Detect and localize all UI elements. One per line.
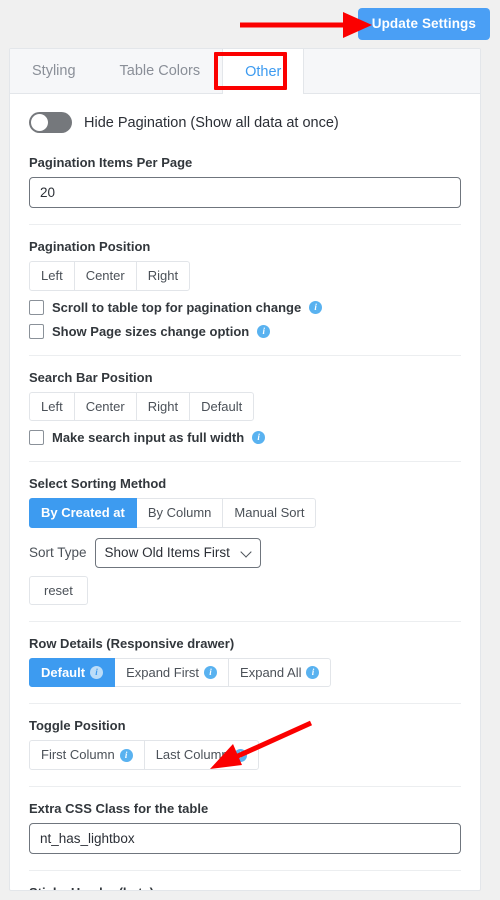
reset-sort-button[interactable]: reset: [29, 575, 88, 605]
scroll-to-top-row: Scroll to table top for pagination chang…: [29, 299, 461, 315]
sorting-method-label: Select Sorting Method: [29, 476, 167, 492]
info-icon[interactable]: i: [233, 748, 247, 762]
search-position-left[interactable]: Left: [29, 391, 75, 422]
sorting-by-column[interactable]: By Column: [135, 498, 224, 528]
pagination-position-left[interactable]: Left: [29, 261, 75, 291]
tab-table-colors[interactable]: Table Colors: [98, 49, 223, 93]
search-position-right[interactable]: Right: [135, 391, 191, 422]
tab-styling[interactable]: Styling: [10, 49, 98, 93]
toggle-position-last-column[interactable]: Last Column i: [143, 740, 259, 770]
sort-type-label: Sort Type: [29, 545, 87, 561]
row-details-group: Default i Expand First i Expand All i: [29, 657, 461, 688]
divider: [29, 224, 461, 225]
page-sizes-label: Show Page sizes change option: [52, 323, 250, 339]
scroll-to-top-checkbox[interactable]: [29, 299, 44, 315]
divider: [29, 620, 461, 622]
info-icon[interactable]: i: [252, 431, 266, 445]
settings-page: Update Settings Styling Table Colors Oth…: [0, 0, 500, 900]
toggle-knob: [31, 114, 48, 131]
search-bar-position-group: Left Center Right Default: [29, 391, 461, 422]
divider: [29, 785, 461, 787]
hide-pagination-toggle[interactable]: [29, 112, 72, 133]
row-details-expand-all-label: Expand All: [240, 664, 302, 680]
info-icon[interactable]: i: [119, 748, 133, 762]
row-details-expand-all[interactable]: Expand All i: [228, 657, 332, 688]
row-details-default[interactable]: Default i: [29, 657, 116, 688]
chevron-down-icon: [242, 548, 251, 557]
tab-bar: Styling Table Colors Other: [10, 49, 480, 94]
row-details-default-label: Default: [41, 664, 86, 680]
toggle-position-last-label: Last Column: [155, 747, 229, 763]
hide-pagination-label: Hide Pagination (Show all data at once): [84, 114, 339, 131]
sorting-by-created-at[interactable]: By Created at: [29, 498, 137, 528]
scroll-to-top-label: Scroll to table top for pagination chang…: [52, 299, 302, 315]
sticky-header-label: Sticky Header (beta): [29, 885, 461, 890]
sorting-method-group: By Created at By Column Manual Sort: [29, 498, 461, 528]
items-per-page-label: Pagination Items Per Page: [29, 155, 193, 170]
info-icon[interactable]: i: [257, 324, 271, 338]
sort-type-select[interactable]: Show Old Items First: [94, 537, 261, 568]
divider: [29, 869, 461, 871]
page-sizes-row: Show Page sizes change option i: [29, 323, 461, 339]
search-position-default[interactable]: Default: [189, 391, 255, 422]
sort-type-row: Sort Type Show Old Items First: [29, 537, 461, 568]
extra-css-class-input[interactable]: [29, 822, 461, 854]
search-bar-position-label: Search Bar Position: [29, 369, 153, 385]
pagination-position-label: Pagination Position: [29, 239, 151, 254]
row-details-label: Row Details (Responsive drawer): [29, 635, 235, 651]
pagination-position-group: Left Center Right: [29, 261, 461, 291]
update-settings-button[interactable]: Update Settings: [357, 8, 490, 40]
info-icon[interactable]: i: [204, 666, 218, 680]
toggle-position-first-column[interactable]: First Column i: [29, 740, 145, 770]
search-position-center[interactable]: Center: [73, 391, 137, 422]
row-details-expand-first[interactable]: Expand First i: [114, 657, 230, 688]
row-details-expand-first-label: Expand First: [126, 664, 200, 680]
settings-body: Hide Pagination (Show all data at once) …: [10, 94, 480, 890]
info-icon[interactable]: i: [90, 666, 104, 680]
sort-type-value: Show Old Items First: [104, 545, 230, 561]
divider: [29, 354, 461, 356]
search-full-width-label: Make search input as full width: [52, 430, 245, 446]
settings-card: Styling Table Colors Other Hide Paginati…: [9, 48, 481, 891]
search-full-width-checkbox[interactable]: [29, 430, 44, 446]
toggle-position-label: Toggle Position: [29, 718, 126, 734]
top-bar: Update Settings: [0, 0, 500, 48]
info-icon[interactable]: i: [306, 666, 320, 680]
pagination-position-right[interactable]: Right: [135, 261, 191, 291]
sorting-manual-sort[interactable]: Manual Sort: [222, 498, 317, 528]
extra-css-class-label: Extra CSS Class for the table: [29, 800, 209, 816]
divider: [29, 461, 461, 463]
toggle-position-group: First Column i Last Column i: [29, 740, 461, 770]
search-full-width-row: Make search input as full width i: [29, 430, 461, 446]
toggle-position-first-label: First Column: [41, 747, 115, 763]
tab-other[interactable]: Other: [222, 49, 305, 94]
items-per-page-input[interactable]: [29, 177, 461, 208]
hide-pagination-row: Hide Pagination (Show all data at once): [29, 112, 461, 133]
page-sizes-checkbox[interactable]: [29, 323, 44, 339]
pagination-position-center[interactable]: Center: [73, 261, 137, 291]
info-icon[interactable]: i: [309, 300, 323, 314]
divider: [29, 703, 461, 705]
